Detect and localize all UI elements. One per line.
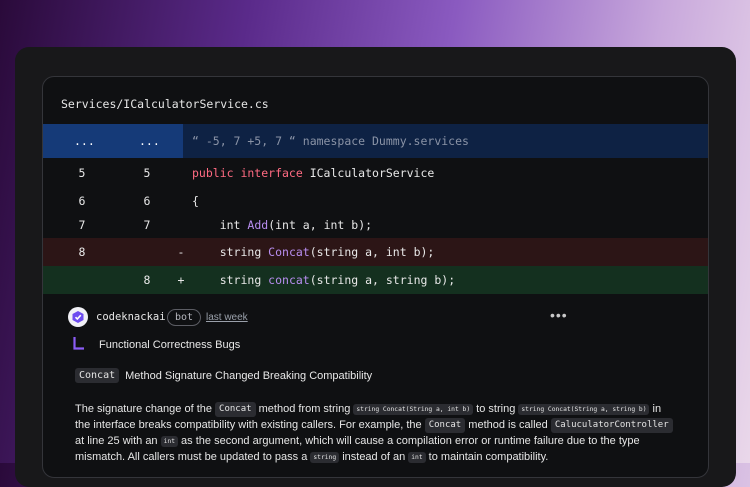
- code-token: int: [219, 218, 248, 232]
- issue-title: Concat Method Signature Changed Breaking …: [75, 368, 372, 383]
- diff-line[interactable]: 7 7 int Add(int a, int b);: [43, 211, 708, 239]
- code-token: string: [219, 273, 269, 287]
- new-line-number: 7: [143, 218, 151, 232]
- diff-panel: Services/ICalculatorService.cs ... ... “…: [42, 76, 709, 478]
- function-token: concat: [268, 273, 310, 287]
- avatar[interactable]: [68, 307, 88, 327]
- body-text: to maintain compatibility.: [425, 451, 549, 463]
- inline-code: CaluculatorController: [550, 418, 673, 433]
- diff-line[interactable]: 5 5 public interface ICalculatorService: [43, 159, 708, 187]
- bot-badge: bot: [167, 309, 202, 326]
- code-token: (int a, int b);: [268, 218, 373, 232]
- code-token: {: [192, 194, 199, 208]
- code-text: string Concat(string a, int b);: [192, 238, 435, 266]
- old-line-number: 7: [78, 218, 86, 232]
- hunk-header[interactable]: ... ... “ -5, 7 +5, 7 “ namespace Dummy.…: [43, 124, 708, 158]
- inline-code: string Concat(String a, string b): [518, 404, 650, 415]
- code-token: (string a, string b);: [309, 273, 456, 287]
- comment-username[interactable]: codeknackai: [96, 311, 166, 323]
- corner-bracket-icon: [73, 337, 84, 350]
- inline-code: string: [310, 452, 340, 463]
- old-line-number: 8: [78, 245, 86, 259]
- codeknack-logo-icon: [72, 311, 84, 323]
- code-token: ICalculatorService: [309, 166, 435, 180]
- code-text: string concat(string a, string b);: [192, 266, 455, 294]
- body-text: method from string: [255, 403, 354, 415]
- inline-code: int: [408, 452, 426, 463]
- function-token: Concat: [268, 245, 310, 259]
- function-token: Add: [247, 218, 269, 232]
- new-line-number: 5: [143, 166, 151, 180]
- issue-category: Functional Correctness Bugs: [99, 339, 241, 351]
- old-line-number: 5: [78, 166, 86, 180]
- inline-code: int: [160, 436, 178, 447]
- diff-marker: -: [177, 245, 185, 259]
- body-text: at line 25 with an: [75, 435, 161, 447]
- title-code-chip: Concat: [75, 368, 120, 383]
- hunk-gutter: [43, 124, 183, 158]
- code-text: int Add(int a, int b);: [192, 211, 372, 239]
- title-text: Method Signature Changed Breaking Compat…: [125, 370, 373, 382]
- inline-code: Concat: [215, 402, 256, 417]
- keyword-token: public interface: [192, 166, 310, 180]
- more-options-button[interactable]: •••: [550, 307, 568, 323]
- file-path[interactable]: Services/ICalculatorService.cs: [61, 97, 269, 111]
- diff-line-removed[interactable]: 8 - string Concat(string a, int b);: [43, 238, 708, 266]
- body-text: The signature change of the: [75, 403, 216, 415]
- hunk-expand-old[interactable]: ...: [74, 124, 95, 158]
- body-text: method is called: [465, 419, 551, 431]
- inline-code: Concat: [424, 418, 466, 433]
- code-token: string: [219, 245, 269, 259]
- code-text: public interface ICalculatorService: [192, 159, 434, 187]
- diff-marker: +: [177, 273, 185, 287]
- code-token: (string a, int b);: [309, 245, 435, 259]
- body-text: to string: [473, 403, 519, 415]
- diff-line-added[interactable]: 8 + string concat(string a, string b);: [43, 266, 708, 294]
- inline-code: string Concat(String a, int b): [353, 404, 474, 415]
- comment-body: The signature change of the Concat metho…: [75, 401, 675, 465]
- body-text: instead of an: [339, 451, 409, 463]
- comment-timestamp[interactable]: last week: [206, 312, 248, 323]
- hunk-text: “ -5, 7 +5, 7 “ namespace Dummy.services: [192, 134, 469, 148]
- new-line-number: 8: [143, 273, 151, 287]
- hunk-expand-new[interactable]: ...: [139, 124, 160, 158]
